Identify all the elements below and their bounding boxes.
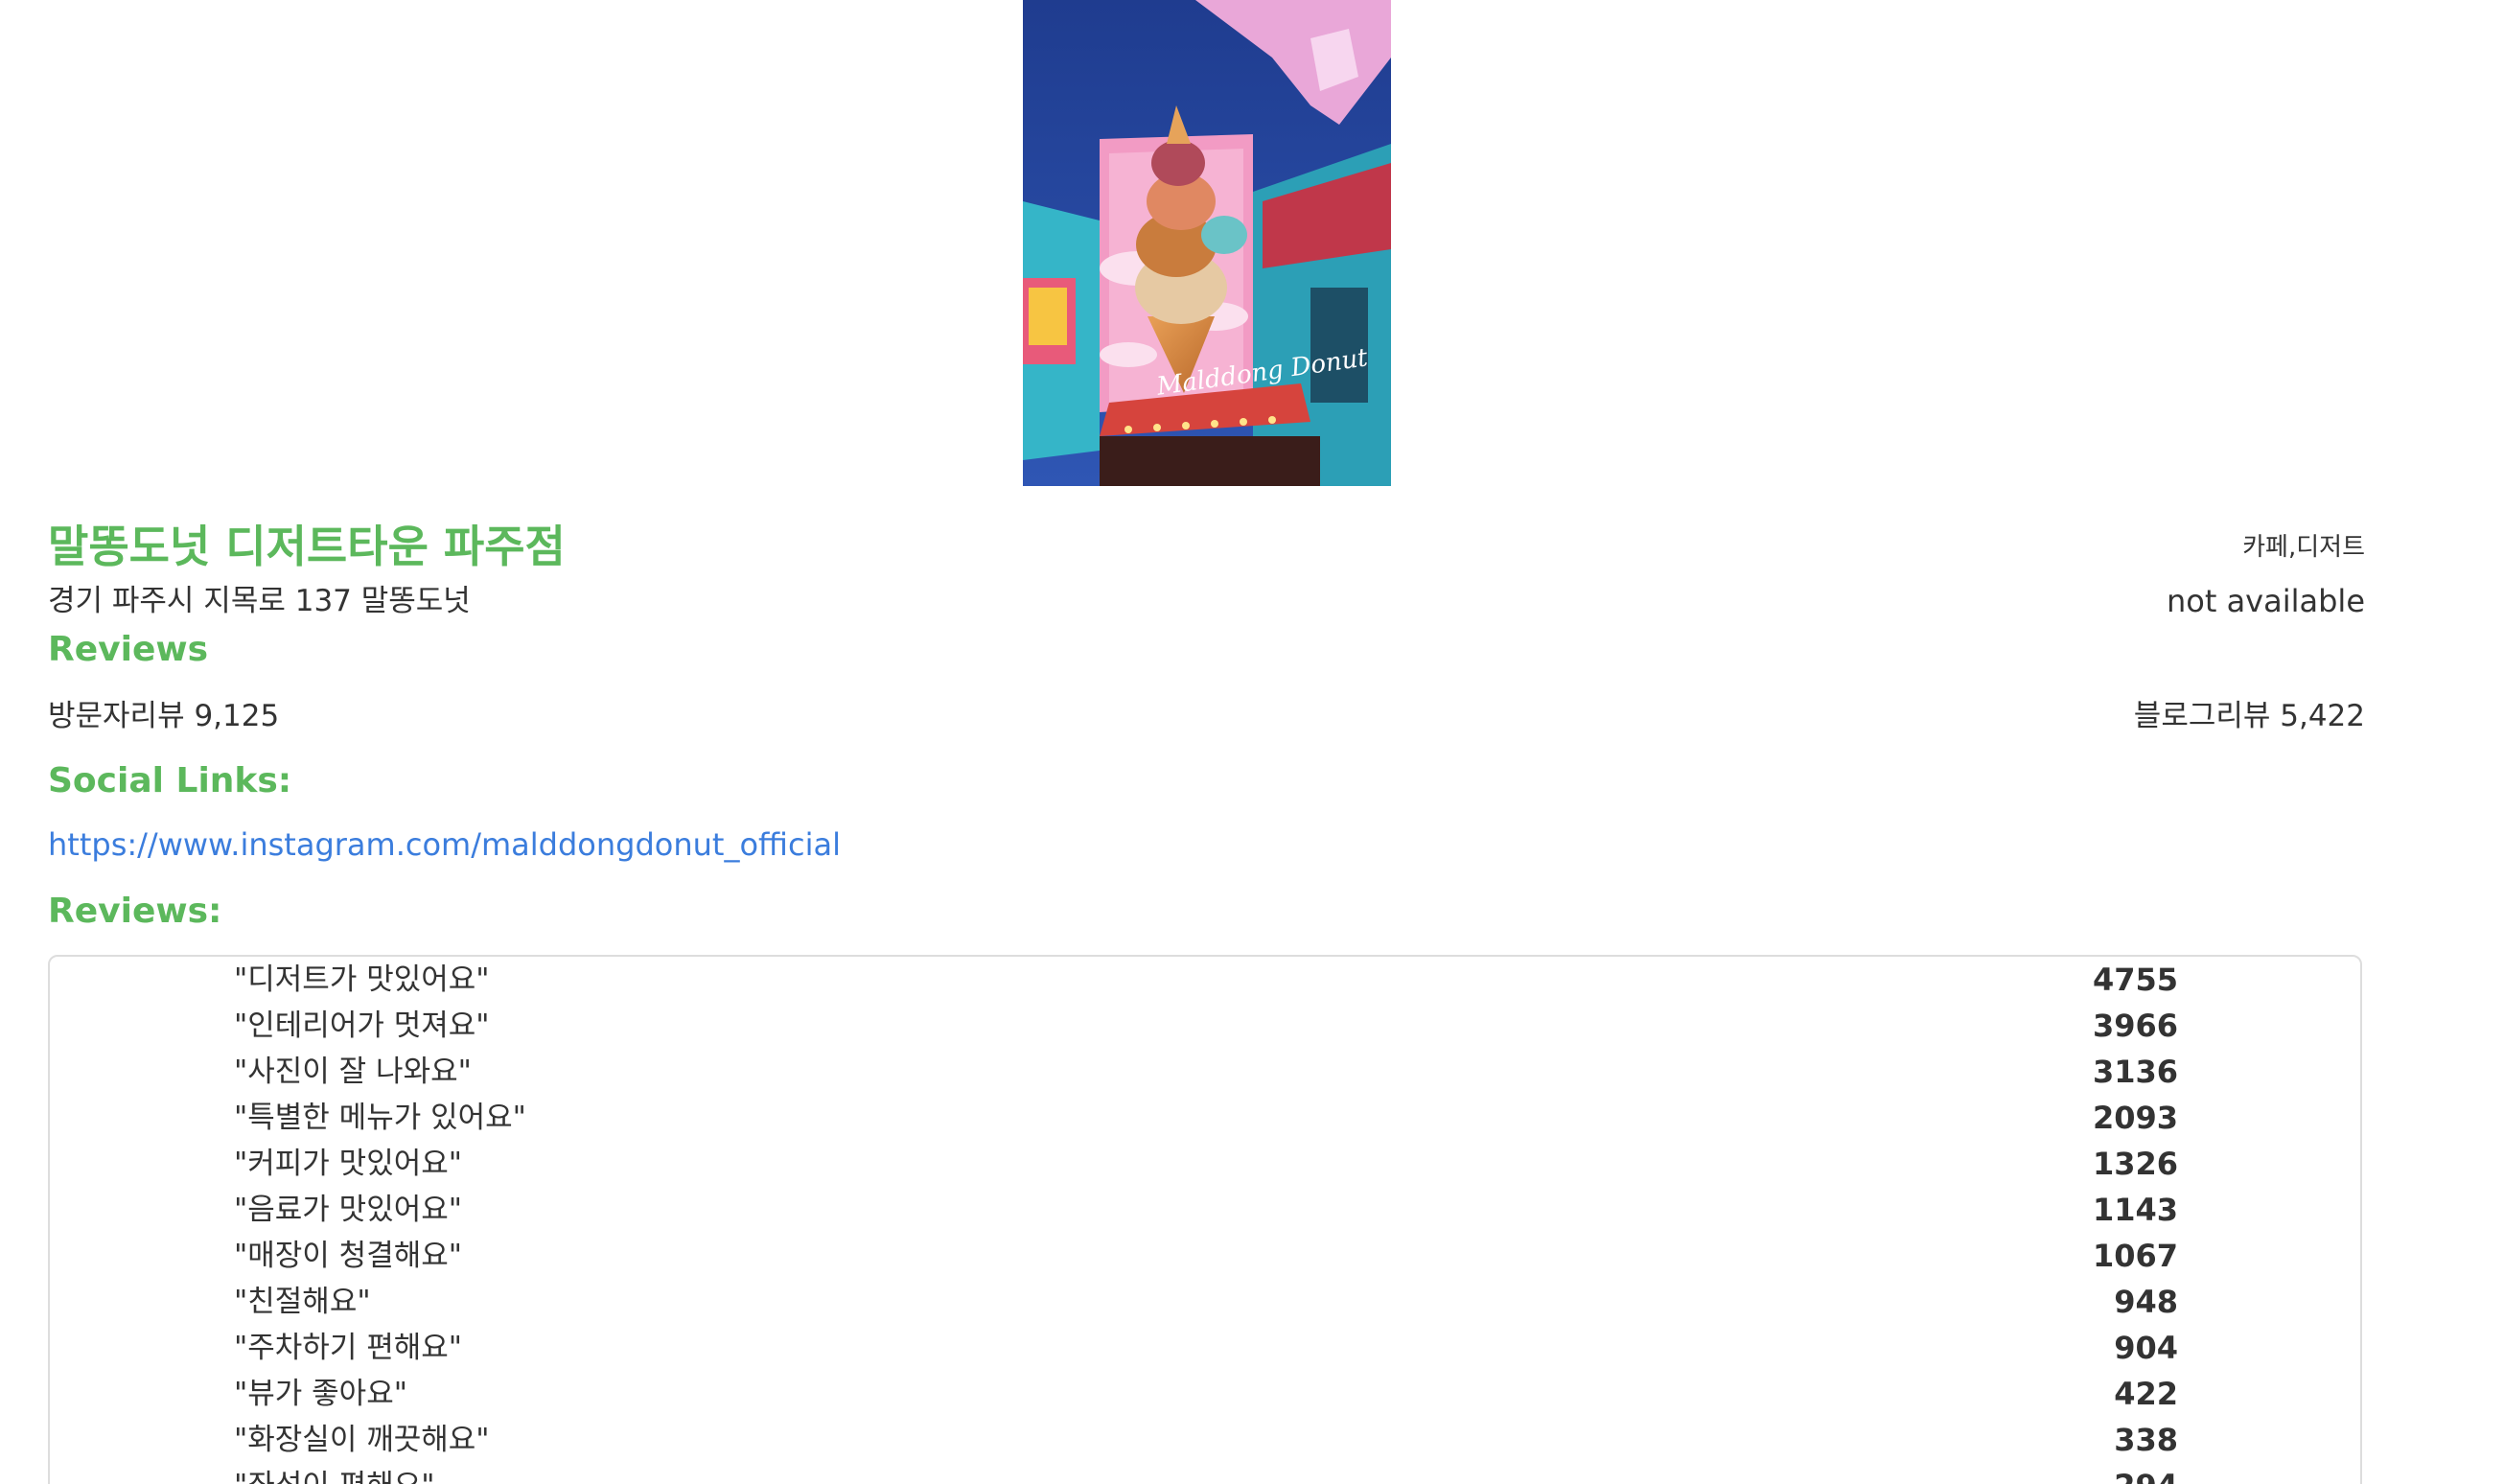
keyword-reviews-heading: Reviews: [48, 892, 222, 931]
keyword-count: 3966 [2092, 1008, 2178, 1044]
list-item: "친절해요" 948 [50, 1279, 2360, 1325]
keyword-label: "좌석이 편해요" [234, 1463, 435, 1484]
instagram-link[interactable]: https://www.instagram.com/malddongdonut_… [48, 823, 841, 867]
keyword-label: "사진이 잘 나와요" [234, 1055, 472, 1089]
list-item: "좌석이 편해요" 294 [50, 1463, 2360, 1484]
store-detail-page: Malddong Donut 말똥도넛 디저트타운 파주점 카페,디저트 경기 … [0, 0, 2504, 1484]
keyword-count: 3136 [2092, 1054, 2178, 1090]
visitor-review-count: 방문자리뷰 9,125 [48, 699, 280, 733]
list-item: "사진이 잘 나와요" 3136 [50, 1049, 2360, 1095]
list-item: "커피가 맛있어요" 1326 [50, 1141, 2360, 1187]
keyword-label: "특별한 메뉴가 있어요" [234, 1101, 526, 1135]
keyword-count: 904 [2114, 1330, 2178, 1366]
keyword-count: 948 [2114, 1284, 2178, 1320]
keyword-count: 2093 [2092, 1100, 2178, 1136]
keyword-review-list[interactable]: "디저트가 맛있어요" 4755 "인테리어가 멋져요" 3966 "사진이 잘… [48, 955, 2362, 1484]
keyword-label: "주차하기 편해요" [234, 1331, 463, 1365]
keyword-label: "인테리어가 멋져요" [234, 1009, 490, 1043]
list-item: "인테리어가 멋져요" 3966 [50, 1003, 2360, 1049]
keyword-label: "화장실이 깨끗해요" [234, 1423, 490, 1457]
keyword-label: "디저트가 맛있어요" [234, 962, 490, 997]
keyword-count: 338 [2114, 1422, 2178, 1458]
list-item: "화장실이 깨끗해요" 338 [50, 1417, 2360, 1463]
store-category: 카페,디저트 [2242, 533, 2365, 562]
list-item: "특별한 메뉴가 있어요" 2093 [50, 1095, 2360, 1141]
social-links-heading: Social Links: [48, 761, 292, 800]
blog-review-count: 블로그리뷰 5,422 [2133, 699, 2365, 733]
list-item: "디저트가 맛있어요" 4755 [50, 957, 2360, 1003]
keyword-count: 1143 [2092, 1192, 2178, 1228]
store-photo: Malddong Donut [1023, 0, 1391, 486]
keyword-label: "음료가 맛있어요" [234, 1193, 463, 1227]
keyword-label: "매장이 청결해요" [234, 1239, 463, 1273]
store-address: 경기 파주시 지목로 137 말똥도넛 [48, 584, 471, 618]
keyword-label: "커피가 맛있어요" [234, 1147, 463, 1181]
keyword-label: "뷰가 좋아요" [234, 1377, 407, 1411]
reviews-heading: Reviews [48, 630, 209, 669]
list-item: "주차하기 편해요" 904 [50, 1325, 2360, 1371]
keyword-count: 1067 [2092, 1238, 2178, 1274]
keyword-count: 1326 [2092, 1146, 2178, 1182]
availability-status: not available [2166, 583, 2365, 619]
keyword-label: "친절해요" [234, 1285, 371, 1319]
list-item: "매장이 청결해요" 1067 [50, 1233, 2360, 1279]
keyword-count: 4755 [2092, 962, 2178, 998]
keyword-count: 422 [2114, 1376, 2178, 1412]
keyword-count: 294 [2114, 1463, 2178, 1484]
list-item: "음료가 맛있어요" 1143 [50, 1187, 2360, 1233]
store-name: 말똥도넛 디저트타운 파주점 [48, 521, 566, 572]
list-item: "뷰가 좋아요" 422 [50, 1371, 2360, 1417]
